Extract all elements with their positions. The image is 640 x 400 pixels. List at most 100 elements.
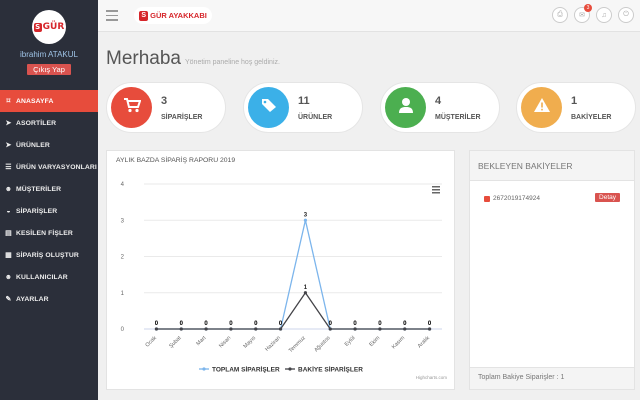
logo-letter: S (33, 23, 42, 32)
list-icon: ☰ (5, 164, 12, 171)
x-tick-label: Ekim (368, 335, 381, 348)
sidebar-item-2[interactable]: ➤ ÜRÜNLER (0, 134, 98, 156)
users-icon: ☻ (4, 185, 13, 193)
data-point (378, 327, 382, 331)
data-point (303, 291, 308, 295)
data-label: 0 (180, 321, 184, 327)
pending-title: BEKLEYEN BAKİYELER (470, 151, 634, 181)
page-header: Merhaba Yönetim paneline hoş geldiniz. (106, 48, 280, 70)
series-line-1 (156, 291, 430, 330)
data-point (154, 327, 159, 331)
y-tick-label: 0 (121, 327, 125, 333)
pending-item[interactable]: 2672019174924 (484, 195, 540, 202)
stat-card-0[interactable]: 3 SİPARİŞLER (106, 82, 226, 133)
data-label: 0 (229, 321, 233, 327)
data-point (353, 327, 357, 331)
data-point (254, 327, 258, 331)
logo: S GÜR (33, 22, 64, 32)
sidebar-item-9[interactable]: ✎ AYARLAR (0, 288, 98, 310)
sidebar-item-6[interactable]: ▤ KESİLEN FİŞLER (0, 222, 98, 244)
legend-item-0: TOPLAM SİPARİŞLER (212, 366, 280, 374)
sidebar-menu: ⌑ ANASAYFA ➤ ASORTİLER ➤ ÜRÜNLER ☰ ÜRÜN VARYASY… (0, 90, 98, 310)
brand-letter: S (139, 10, 149, 21)
bell-icon[interactable]: ♫ (596, 7, 612, 23)
x-tick-label: Ocak (145, 335, 158, 348)
sidebar-item-8[interactable]: ☻ KULLANICILAR (0, 266, 98, 288)
hamburger-menu-icon[interactable] (106, 10, 118, 24)
stat-card-3[interactable]: 1 BAKİYELER (516, 82, 636, 133)
data-point (403, 327, 407, 331)
logout-button[interactable]: Çıkış Yap (27, 64, 71, 75)
sidebar-item-label: ANASAYFA (16, 97, 54, 105)
stat-value: 3 (161, 95, 168, 107)
legend-item-1: BAKİYE SİPARİŞLER (298, 366, 363, 374)
brand-logo[interactable]: S GÜR AYAKKABI (134, 7, 212, 24)
order-icon (484, 195, 490, 202)
data-label: 1 (304, 285, 308, 291)
sidebar-item-label: KULLANICILAR (16, 273, 68, 281)
data-point (303, 218, 308, 222)
stat-card-2[interactable]: 4 MÜŞTERİLER (380, 82, 500, 133)
avatar: S GÜR (32, 10, 66, 44)
page-title: Merhaba (106, 48, 181, 69)
chart-credits[interactable]: Highcharts.com (416, 375, 448, 380)
x-tick-label: Kasım (391, 335, 407, 351)
power-icon[interactable]: ⏻ (618, 7, 634, 23)
message-icon[interactable]: ✉ 3 (574, 4, 592, 23)
stat-label: SİPARİŞLER (161, 114, 203, 121)
user-name: ibrahim ATAKUL (20, 50, 78, 59)
tags-icon: ➤ (5, 142, 12, 149)
data-label: 3 (304, 212, 308, 218)
plus-file-icon: ▦ (5, 252, 12, 259)
profile-panel: S GÜR ibrahim ATAKUL Çıkış Yap (0, 0, 98, 90)
data-label: 0 (204, 321, 208, 327)
data-label: 0 (428, 321, 432, 327)
user-icon: ☻ (4, 273, 13, 281)
sidebar-item-5[interactable]: ◒ SİPARİŞLER (0, 200, 98, 222)
sidebar-item-label: AYARLAR (16, 295, 49, 303)
series-line-0 (156, 220, 430, 330)
print-icon[interactable]: ⎙ (552, 7, 568, 23)
sidebar-item-label: ÜRÜNLER (16, 141, 50, 149)
stat-circle (385, 87, 426, 128)
sidebar-item-label: MÜŞTERİLER (16, 185, 62, 193)
data-point (328, 327, 332, 331)
x-tick-label: Mayıs (243, 335, 258, 350)
x-tick-label: Nisan (218, 335, 232, 349)
sidebar-item-label: ASORTİLER (16, 119, 57, 127)
sidebar-item-7[interactable]: ▦ SİPARİŞ OLUŞTUR (0, 244, 98, 266)
stat-label: MÜŞTERİLER (435, 114, 481, 121)
x-tick-label: Temmuz (288, 335, 307, 354)
brand-text: GÜR AYAKKABI (150, 11, 207, 20)
stat-label: BAKİYELER (571, 114, 612, 121)
stat-value: 1 (571, 95, 578, 107)
stat-label: ÜRÜNLER (298, 114, 333, 121)
tags-icon (260, 97, 278, 118)
pending-footer: Toplam Bakiye Siparişler : 1 (470, 367, 634, 389)
y-tick-label: 2 (121, 255, 125, 261)
data-label: 0 (403, 321, 407, 327)
topbar: S GÜR AYAKKABI ⎙ ✉ 3 ♫ ⏻ (98, 0, 640, 32)
y-tick-label: 4 (121, 182, 125, 188)
data-label: 0 (378, 321, 382, 327)
topbar-actions: ⎙ ✉ 3 ♫ ⏻ (552, 4, 634, 23)
y-tick-label: 1 (121, 291, 125, 297)
stat-circle (111, 87, 152, 128)
legend-marker (202, 367, 206, 371)
data-label: 0 (254, 321, 258, 327)
stat-card-1[interactable]: 11 ÜRÜNLER (243, 82, 363, 133)
tag-icon: ➤ (5, 120, 12, 127)
cart-icon (123, 97, 141, 118)
x-tick-label: Şubat (168, 335, 183, 350)
sidebar-item-1[interactable]: ➤ ASORTİLER (0, 112, 98, 134)
sidebar-item-label: SİPARİŞLER (16, 207, 58, 215)
sidebar-item-3[interactable]: ☰ ÜRÜN VARYASYONLARI (0, 156, 98, 178)
stat-value: 11 (298, 95, 310, 107)
stat-circle (248, 87, 289, 128)
sidebar-item-0[interactable]: ⌑ ANASAYFA (0, 90, 98, 112)
detail-button[interactable]: Detay (595, 193, 620, 202)
warning-icon (533, 97, 551, 118)
chart-menu-icon[interactable] (432, 186, 440, 194)
sidebar-item-4[interactable]: ☻ MÜŞTERİLER (0, 178, 98, 200)
data-point (204, 327, 208, 331)
